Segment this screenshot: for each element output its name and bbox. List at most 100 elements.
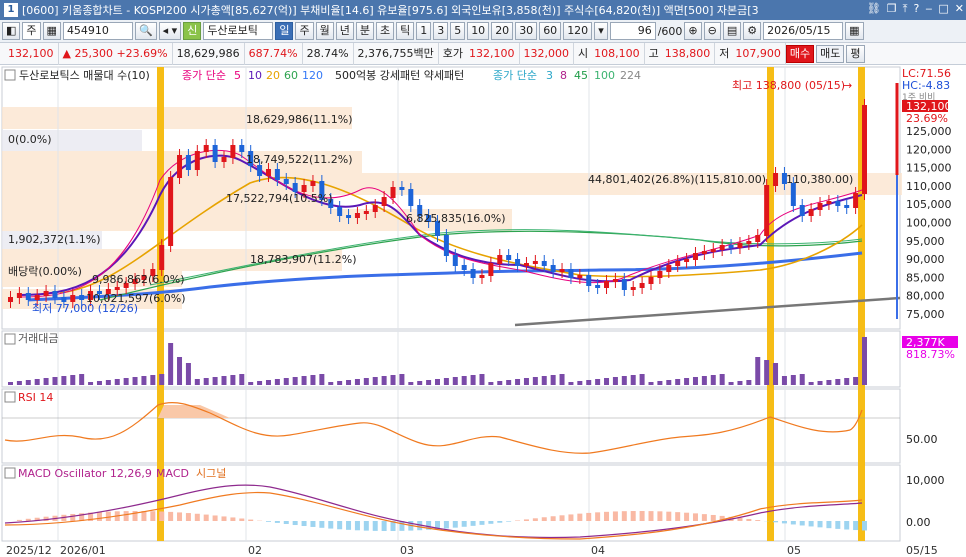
candle-body (692, 253, 698, 260)
pin-icon[interactable]: ⤒ (903, 2, 908, 16)
volume-bar (221, 376, 227, 385)
volume-bar (648, 382, 654, 385)
macd-bar (319, 521, 325, 528)
chart-canvas[interactable]: 18,629,986(11.1%) 0(0.0%) 18,749,522(11.… (0, 65, 966, 557)
macd-toggle-icon[interactable] (4, 467, 16, 479)
open-price: 108,100 (590, 42, 645, 65)
zoom-in-icon[interactable]: ⊕ (684, 22, 702, 40)
candle-body (657, 271, 663, 278)
candle-body (675, 261, 681, 266)
rsi-toggle-icon[interactable] (4, 391, 16, 403)
minute-60-button[interactable]: 60 (539, 22, 562, 40)
period-tick-button[interactable]: 틱 (396, 22, 415, 40)
volume-bar (461, 376, 467, 385)
candle-body (639, 283, 645, 288)
period-minute-button[interactable]: 분 (355, 22, 374, 40)
period-second-button[interactable]: 초 (375, 22, 395, 40)
candle-body (239, 145, 245, 152)
macd-bar (790, 521, 796, 525)
settings-icon[interactable]: ⚙ (743, 22, 762, 40)
grid-icon[interactable]: ▦ (42, 22, 61, 40)
volume-bar (506, 380, 512, 385)
dropdown-icon[interactable]: ▾ (594, 22, 608, 40)
macd-bar (515, 520, 521, 521)
volume-bar (168, 343, 174, 385)
minute-20-button[interactable]: 20 (491, 22, 514, 40)
tile-icon[interactable]: ▤ (722, 22, 742, 40)
restore-icon[interactable]: ❐ (887, 2, 897, 16)
volume-bar (728, 382, 734, 385)
volume-bar (853, 377, 859, 385)
period-year-button[interactable]: 년 (335, 22, 354, 40)
macd-bar (328, 521, 334, 529)
eval-button[interactable]: 평 (846, 44, 865, 63)
volume-bar (159, 374, 165, 385)
macd-bar (799, 521, 805, 526)
minute-10-button[interactable]: 10 (467, 22, 490, 40)
volume-bar (265, 380, 271, 385)
period-month-button[interactable]: 월 (315, 22, 334, 40)
macd-bar (230, 517, 236, 521)
candle-body (595, 285, 601, 288)
candle-body (70, 295, 76, 302)
macd-bar (265, 521, 271, 522)
macd-bar (363, 521, 369, 531)
rsi-panel (1, 388, 901, 464)
price-change: ▲ 25,300 +23.69% (59, 42, 173, 65)
mode-select[interactable]: 주 (22, 22, 41, 40)
search-icon[interactable]: 🔍 (134, 22, 157, 40)
minute-30-button[interactable]: 30 (515, 22, 538, 40)
expand-icon[interactable]: ◧ (2, 22, 21, 40)
volume-bar (203, 378, 209, 385)
date-input[interactable]: 2026/05/15 (763, 22, 844, 40)
volume-bar (479, 374, 485, 385)
volume-bar (701, 376, 707, 385)
volume-bar (577, 381, 583, 385)
candle-body (621, 279, 627, 290)
period-day-button[interactable]: 일 (275, 22, 294, 40)
volume-bar (719, 374, 725, 385)
zoom-out-icon[interactable]: ⊖ (703, 22, 721, 40)
macd-bar (639, 511, 645, 521)
calendar-icon[interactable]: ▦ (845, 22, 864, 40)
candle-body (773, 173, 779, 186)
candle-body (408, 189, 414, 206)
count-input[interactable]: 96 (609, 22, 656, 40)
help-icon[interactable]: ? (914, 2, 920, 16)
macd-bar (532, 518, 538, 521)
toolbar: ◧ 주 ▦ 454910 🔍 ◂ ▾ 신 두산로보틱 일 주 월 년 분 초 틱… (0, 20, 966, 43)
candle-body (230, 145, 236, 158)
candle-body (853, 193, 859, 208)
legend-toggle-icon[interactable] (4, 69, 16, 81)
volume-toggle-icon[interactable] (4, 333, 16, 345)
current-price: 132,100 (4, 42, 59, 65)
volume-bar (764, 360, 770, 385)
period-week-button[interactable]: 주 (295, 22, 314, 40)
link-icon[interactable]: ⛓ (867, 2, 881, 16)
volume-bar (132, 377, 138, 385)
buy-button[interactable]: 매수 (785, 44, 815, 63)
profile-label: 6,825,835(16.0%) (406, 212, 506, 225)
minimize-icon[interactable]: ‒ (925, 2, 932, 16)
minute-3-button[interactable]: 3 (433, 22, 449, 40)
sell-button[interactable]: 매도 (816, 44, 845, 63)
legend-ma2-label: 종가 단순 (493, 69, 537, 82)
volume-bar (88, 382, 94, 385)
maximize-icon[interactable]: □ (938, 2, 948, 16)
minute-5-button[interactable]: 5 (450, 22, 466, 40)
close-icon[interactable]: ✕ (955, 2, 964, 16)
count-total: /600 (657, 24, 683, 38)
candle-body (399, 187, 405, 190)
sound-icon[interactable]: ◂ ▾ (158, 22, 182, 40)
change-percent: +23.69% (116, 46, 168, 60)
y-tick: 105,000 (906, 198, 952, 211)
stock-code-input[interactable]: 454910 (62, 22, 133, 40)
right-axis (902, 67, 964, 541)
candle-body (159, 245, 165, 270)
candle-body (541, 261, 547, 266)
volume-bar (443, 378, 449, 385)
macd-bar (150, 511, 156, 521)
minute-1-button[interactable]: 1 (416, 22, 432, 40)
minute-120-button[interactable]: 120 (563, 22, 593, 40)
volume-bar (817, 381, 823, 385)
